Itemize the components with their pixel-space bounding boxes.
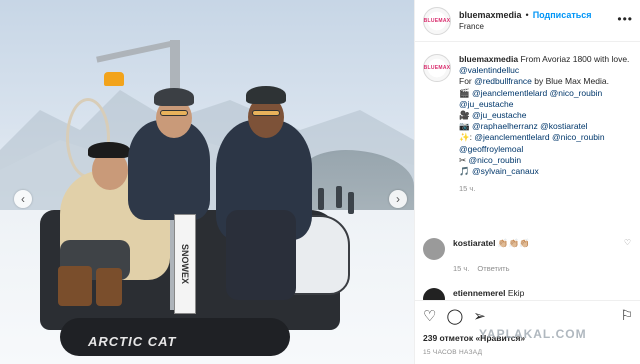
bystander [348, 192, 354, 214]
video-camera-icon: 🎥 [459, 110, 470, 121]
caption-line: ✂ @nico_roubin [459, 155, 635, 166]
clapper-icon: 🎬 [459, 87, 470, 98]
mention-link[interactable]: @valentindelluc [459, 65, 519, 75]
caption-line: bluemaxmedia From Avoriaz 1800 with love… [459, 54, 635, 76]
caption-line: ✨: @jeanclementlelard @nico_roubin @geof… [459, 132, 635, 154]
bystander [336, 186, 342, 208]
comment-time: 15 ч. [453, 264, 470, 273]
mention-link[interactable]: @kostiaratel [540, 121, 587, 131]
scissors-icon: ✂ [459, 154, 467, 165]
mention-link[interactable]: @ju_eustache [459, 99, 513, 109]
person-right-beanie [246, 86, 286, 104]
comment-avatar[interactable] [423, 238, 445, 260]
snowmobile-brand: ARCTIC CAT [88, 334, 177, 349]
beacon-light [104, 72, 124, 86]
music-icon: 🎵 [459, 166, 470, 177]
header-username[interactable]: bluemaxmedia [459, 10, 522, 20]
previous-image-button[interactable]: ‹ [14, 190, 32, 208]
post-side-panel: BLUEMAX bluemaxmedia • Подписаться Franc… [414, 0, 640, 364]
mention-link[interactable]: @raphaelherranz [472, 121, 538, 131]
caption-line: 🎥 @ju_eustache [459, 110, 635, 121]
caption-username[interactable]: bluemaxmedia [459, 54, 518, 64]
caption-line: 🎵 @sylvain_canaux [459, 166, 635, 177]
mention-link[interactable]: @nico_roubin [550, 88, 603, 98]
comment-text: 👏🏼👏🏼👏🏼 [497, 238, 530, 248]
comment-item: kostiaratel 👏🏼👏🏼👏🏼 15 ч. Ответить ♡ [423, 238, 635, 274]
next-image-button[interactable]: › [389, 190, 407, 208]
bystander [318, 188, 324, 210]
mention-link[interactable]: @redbullfrance [474, 76, 532, 86]
person-left-boot [58, 266, 92, 306]
mention-link[interactable]: @geoffroylemoal [459, 144, 523, 154]
comment-meta: 15 ч. Ответить [453, 263, 530, 274]
camera-icon: 📷 [459, 121, 470, 132]
post-actions: ♡ ◯ ➢ ⚐ 239 отметок «Нравится» YAPLAKAL.… [415, 300, 640, 364]
caption-text: For [459, 76, 472, 87]
mention-link[interactable]: @sylvain_canaux [472, 166, 539, 176]
mention-link[interactable]: @nico_roubin [469, 155, 522, 165]
comment-text: Ekip [507, 288, 525, 298]
mention-link[interactable]: @jeanclementlelard [474, 132, 549, 142]
post-caption: BLUEMAX bluemaxmedia From Avoriaz 1800 w… [423, 54, 635, 194]
caption-text: by Blue Max Media. [534, 76, 609, 87]
mention-link[interactable]: @jeanclementlelard [472, 88, 547, 98]
heart-icon[interactable]: ♡ [423, 307, 436, 325]
comment-like-heart-icon[interactable]: ♡ [624, 238, 631, 247]
post-timestamp[interactable]: 15 ЧАСОВ НАЗАД [423, 349, 482, 356]
comment-username[interactable]: etiennemerel [453, 288, 505, 298]
more-options-icon[interactable]: ••• [617, 12, 633, 26]
watermark: YAPLAKAL.COM [479, 327, 587, 341]
comment-icon[interactable]: ◯ [446, 307, 463, 325]
mention-link[interactable]: @ju_eustache [472, 110, 526, 120]
caption-line: 🎬 @jeanclementlelard @nico_roubin @ju_eu… [459, 88, 635, 110]
person-left-beanie [88, 142, 130, 158]
avatar-logo: BLUEMAX [423, 65, 451, 71]
sparkles-icon: ✨: [459, 132, 472, 143]
caption-time: 15 ч. [459, 184, 476, 194]
mention-link[interactable]: @nico_roubin [552, 132, 605, 142]
location-link[interactable]: France [459, 22, 592, 31]
comment-username[interactable]: kostiaratel [453, 238, 496, 248]
person-right-legs [226, 210, 296, 300]
profile-avatar[interactable]: BLUEMAX [423, 6, 451, 35]
snowmobile-sign: SNOWEX [174, 214, 196, 314]
reply-button[interactable]: Ответить [477, 263, 509, 274]
person-right-goggles [252, 110, 280, 116]
person-middle-beanie [154, 88, 194, 106]
caption-avatar[interactable]: BLUEMAX [423, 54, 451, 82]
action-icons: ♡ ◯ ➢ [423, 307, 486, 325]
header-line: bluemaxmedia • Подписаться [459, 10, 592, 20]
post-header: BLUEMAX bluemaxmedia • Подписаться Franc… [415, 0, 640, 42]
comment-body: kostiaratel 👏🏼👏🏼👏🏼 15 ч. Ответить [453, 238, 530, 274]
caption-text: From Avoriaz 1800 with love. [520, 54, 630, 64]
share-icon[interactable]: ➢ [473, 307, 486, 325]
follow-button[interactable]: Подписаться [533, 10, 592, 20]
person-left-boot [96, 268, 122, 306]
avatar-logo: BLUEMAX [423, 17, 451, 24]
caption-body: bluemaxmedia From Avoriaz 1800 with love… [459, 54, 635, 194]
post-photo[interactable]: ARCTIC CAT SNOWEX ‹ › [0, 0, 414, 364]
person-middle-goggles [160, 110, 188, 116]
header-separator: • [525, 10, 529, 20]
bookmark-icon[interactable]: ⚐ [620, 307, 633, 324]
caption-line: For @redbullfrance by Blue Max Media. [459, 76, 635, 87]
header-text: bluemaxmedia • Подписаться France [459, 10, 592, 31]
caption-line: 📷 @raphaelherranz @kostiaratel [459, 121, 635, 132]
